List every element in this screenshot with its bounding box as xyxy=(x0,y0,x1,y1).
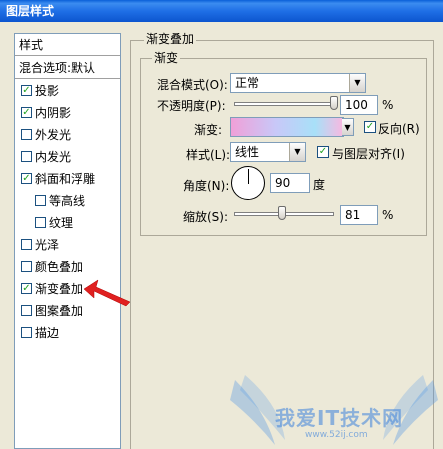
gradient-label: 渐变: xyxy=(194,123,223,137)
chevron-down-icon[interactable]: ▼ xyxy=(289,143,305,161)
style-item-label: 投影 xyxy=(35,84,60,98)
align-with-layer-label: 与图层对齐(I) xyxy=(332,147,405,161)
scale-unit: % xyxy=(382,208,394,222)
styles-header[interactable]: 样式 xyxy=(15,34,120,56)
chevron-down-icon[interactable]: ▼ xyxy=(349,74,365,92)
style-item-label: 斜面和浮雕 xyxy=(35,172,96,186)
opacity-input[interactable]: 100 xyxy=(340,95,378,115)
blend-options-item[interactable]: 混合选项:默认 xyxy=(15,57,120,79)
group-title: 渐变叠加 xyxy=(144,30,197,47)
inner-glow-checkbox[interactable] xyxy=(21,151,32,162)
gradient-dropdown-chevron-icon[interactable]: ▼ xyxy=(342,118,354,136)
style-item-inner-shadow[interactable]: ✓ 内阴影 xyxy=(15,102,120,124)
opacity-slider-thumb[interactable] xyxy=(330,96,338,110)
outer-glow-checkbox[interactable] xyxy=(21,129,32,140)
style-item-drop-shadow[interactable]: ✓ 投影 xyxy=(15,80,120,102)
style-item-label: 光泽 xyxy=(35,238,60,252)
opacity-label: 不透明度(P): xyxy=(157,99,226,113)
window-title: 图层样式 xyxy=(0,0,443,22)
red-arrow-icon xyxy=(83,279,131,307)
inner-shadow-checkbox[interactable]: ✓ xyxy=(21,107,32,118)
style-item-label: 内阴影 xyxy=(35,106,72,120)
style-select[interactable]: 线性 ▼ xyxy=(230,142,306,162)
texture-checkbox[interactable] xyxy=(35,217,46,228)
style-item-label: 颜色叠加 xyxy=(35,260,84,274)
opacity-slider[interactable] xyxy=(234,102,334,106)
gradient-overlay-checkbox[interactable]: ✓ xyxy=(21,283,32,294)
reverse-label: 反向(R) xyxy=(378,122,420,136)
style-item-label: 描边 xyxy=(35,326,60,340)
watermark-url: www.52ij.com xyxy=(305,430,368,440)
watermark-text: 我爱IT技术网 xyxy=(275,406,404,430)
style-item-bevel-emboss[interactable]: ✓ 斜面和浮雕 xyxy=(15,168,120,190)
style-item-stroke[interactable]: 描边 xyxy=(15,322,120,344)
scale-input[interactable]: 81 xyxy=(340,205,378,225)
styles-list: 样式 混合选项:默认 ✓ 投影 ✓ 内阴影 外发光 内发光 ✓ 斜面和浮雕 等高… xyxy=(14,33,121,449)
gradient-preview[interactable] xyxy=(230,117,344,137)
blend-mode-value: 正常 xyxy=(235,76,260,90)
pattern-overlay-checkbox[interactable] xyxy=(21,305,32,316)
satin-checkbox[interactable] xyxy=(21,239,32,250)
style-value: 线性 xyxy=(235,145,260,159)
style-label: 样式(L): xyxy=(186,148,231,162)
style-item-label: 外发光 xyxy=(35,128,72,142)
align-with-layer-checkbox[interactable]: ✓ xyxy=(317,146,329,158)
bevel-emboss-checkbox[interactable]: ✓ xyxy=(21,173,32,184)
contour-checkbox[interactable] xyxy=(35,195,46,206)
angle-label: 角度(N): xyxy=(183,179,230,193)
style-item-color-overlay[interactable]: 颜色叠加 xyxy=(15,256,120,278)
scale-label: 缩放(S): xyxy=(183,210,229,224)
style-item-texture[interactable]: 纹理 xyxy=(15,212,120,234)
opacity-unit: % xyxy=(382,98,394,112)
style-item-label: 纹理 xyxy=(49,216,74,230)
angle-input[interactable]: 90 xyxy=(270,173,310,193)
subgroup-title: 渐变 xyxy=(152,49,181,66)
style-item-label: 等高线 xyxy=(49,194,86,208)
stroke-checkbox[interactable] xyxy=(21,327,32,338)
style-item-label: 内发光 xyxy=(35,150,72,164)
style-item-outer-glow[interactable]: 外发光 xyxy=(15,124,120,146)
style-item-satin[interactable]: 光泽 xyxy=(15,234,120,256)
color-overlay-checkbox[interactable] xyxy=(21,261,32,272)
style-item-label: 渐变叠加 xyxy=(35,282,84,296)
style-item-inner-glow[interactable]: 内发光 xyxy=(15,146,120,168)
angle-dial-icon[interactable] xyxy=(231,166,265,200)
scale-slider-thumb[interactable] xyxy=(278,206,286,220)
blend-mode-select[interactable]: 正常 ▼ xyxy=(230,73,366,93)
style-item-label: 图案叠加 xyxy=(35,304,84,318)
reverse-checkbox[interactable]: ✓ xyxy=(364,121,376,133)
angle-unit: 度 xyxy=(313,178,326,192)
style-item-contour[interactable]: 等高线 xyxy=(15,190,120,212)
drop-shadow-checkbox[interactable]: ✓ xyxy=(21,85,32,96)
blend-mode-label: 混合模式(O): xyxy=(157,78,228,92)
